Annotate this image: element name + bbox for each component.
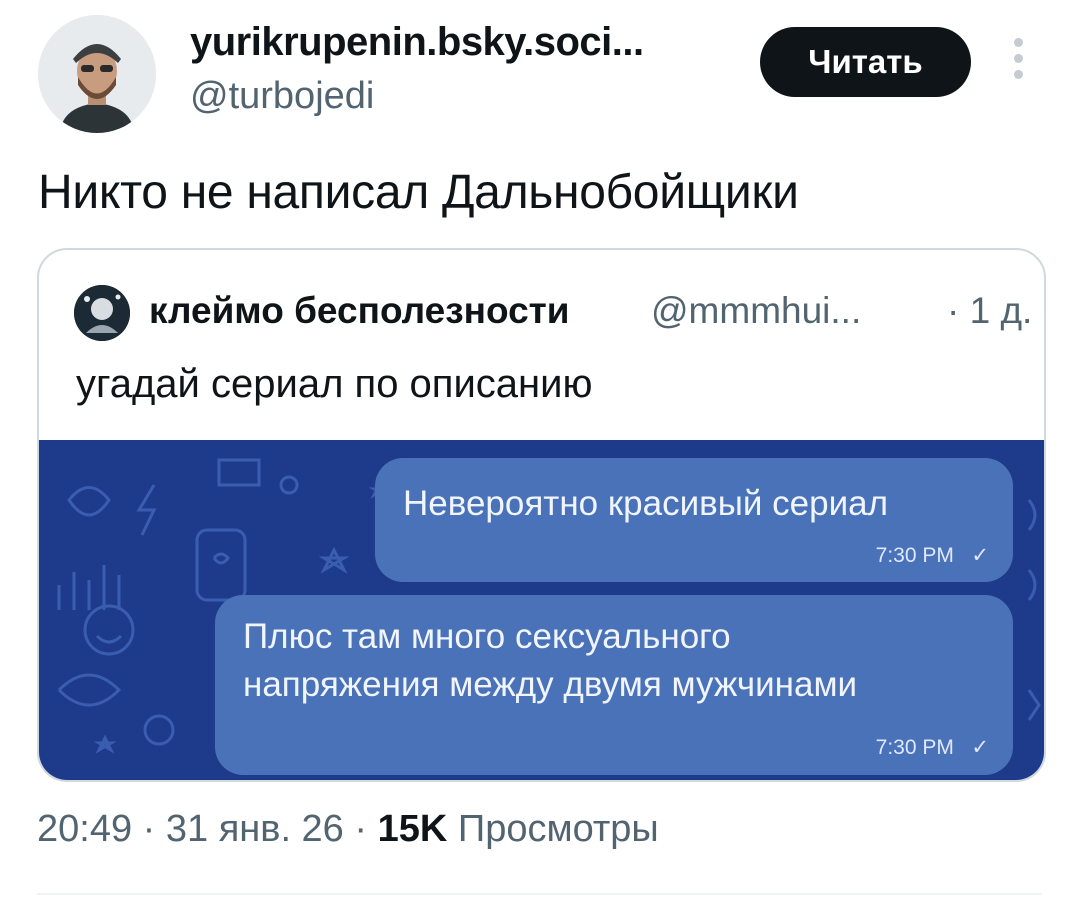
chat-message-text: Невероятно красивый сериал (403, 484, 889, 523)
quoted-author-handle[interactable]: @mmmhui... (651, 290, 861, 332)
chat-message-text: Плюс там много сексуального напряжения м… (243, 613, 857, 709)
follow-button[interactable]: Читать (760, 27, 971, 97)
chat-message-line: Плюс там много сексуального (243, 617, 731, 656)
chat-message-bubble: Невероятно красивый сериал 7:30 PM ✓ (375, 458, 1013, 582)
quoted-tweet-text: угадай сериал по описанию (76, 362, 593, 406)
read-check-icon: ✓ (959, 736, 989, 759)
more-vertical-icon[interactable] (1006, 38, 1030, 88)
chat-message-line: напряжения между двумя мужчинами (243, 665, 858, 704)
chat-message-time-label: 7:30 PM (875, 544, 954, 567)
read-check-icon: ✓ (959, 544, 989, 567)
quoted-tweet-card[interactable]: клеймо бесполезности @mmmhui... · 1 д. у… (37, 248, 1046, 782)
chat-message-bubble: Плюс там много сексуального напряжения м… (215, 595, 1013, 775)
author-avatar-photo (38, 15, 156, 133)
chat-message-time-label: 7:30 PM (875, 736, 954, 759)
views-label: Просмотры (457, 808, 659, 850)
quoted-time-ago: · 1 д. (947, 290, 1033, 331)
tweet-meta: 20:49 · 31 янв. 26 · 15K Просмотры (37, 808, 659, 851)
tweet-timestamp[interactable]: 20:49 · 31 янв. 26 · (37, 808, 367, 850)
author-avatar[interactable] (38, 15, 156, 133)
quoted-author-avatar[interactable] (74, 285, 130, 341)
quoted-author-name[interactable]: клеймо бесполезности (149, 290, 570, 332)
chat-message-time: 7:30 PM ✓ (876, 543, 989, 568)
author-handle[interactable]: @turbojedi (190, 75, 374, 118)
views-count: 15K (377, 808, 448, 850)
chat-message-time: 7:30 PM ✓ (876, 735, 989, 760)
chat-screenshot-image[interactable]: Невероятно красивый сериал 7:30 PM ✓ Плю… (39, 440, 1044, 780)
tweet-text: Никто не написал Дальнобойщики (38, 166, 799, 219)
quoted-author-avatar-image (74, 285, 130, 341)
divider (37, 893, 1042, 895)
author-display-name[interactable]: yurikrupenin.bsky.soci... (190, 20, 730, 65)
